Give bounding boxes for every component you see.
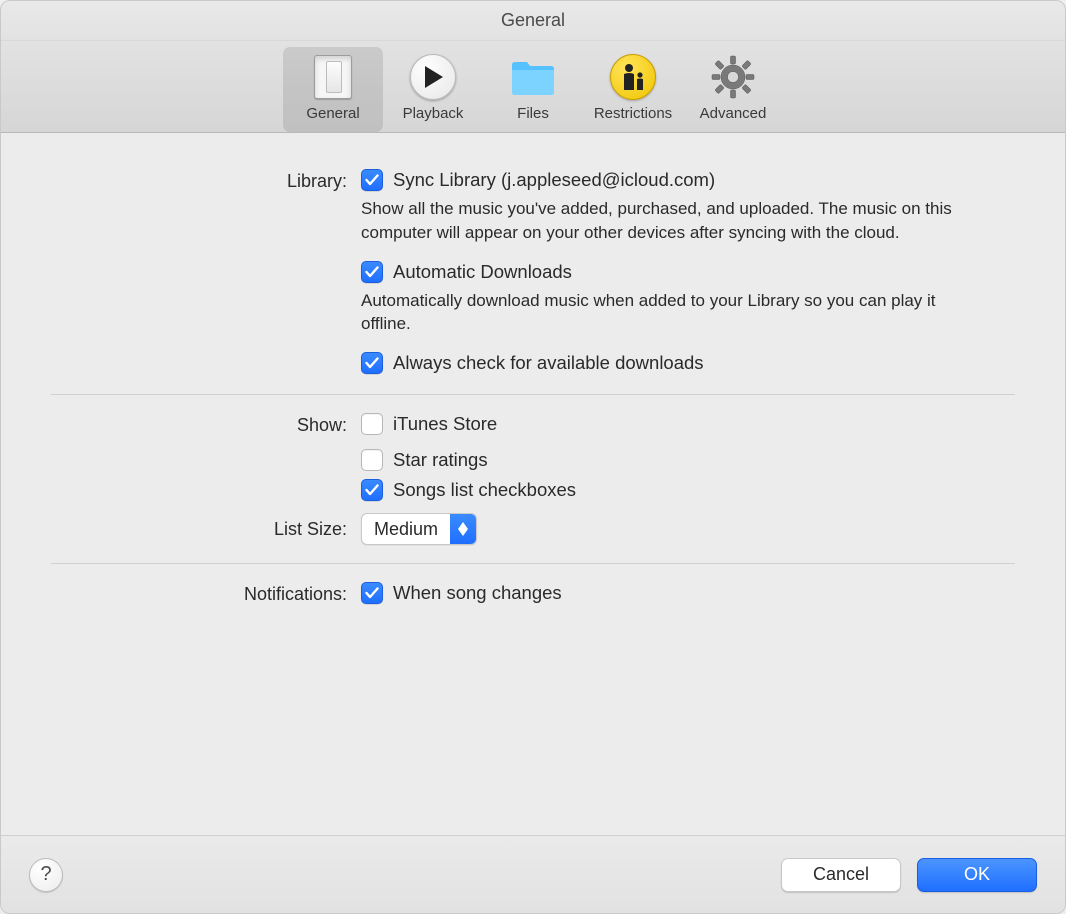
play-icon <box>409 53 457 101</box>
library-label: Library: <box>51 169 361 192</box>
sync-library-desc: Show all the music you've added, purchas… <box>361 197 961 245</box>
tab-playback[interactable]: Playback <box>383 47 483 132</box>
show-row: Show: iTunes Store Star ratings Songs li… <box>51 407 1015 509</box>
tab-playback-label: Playback <box>403 105 464 122</box>
show-label: Show: <box>51 413 361 436</box>
window-title: General <box>1 1 1065 41</box>
automatic-downloads-label: Automatic Downloads <box>393 261 572 283</box>
tab-general[interactable]: General <box>283 47 383 132</box>
library-row: Library: Sync Library (j.appleseed@iclou… <box>51 163 1015 382</box>
list-size-select[interactable]: Medium <box>361 513 477 545</box>
notifications-label: Notifications: <box>51 582 361 605</box>
help-button[interactable]: ? <box>29 858 63 892</box>
content-area: Library: Sync Library (j.appleseed@iclou… <box>1 133 1065 835</box>
footer: ? Cancel OK <box>1 835 1065 913</box>
checkbox-sync-library[interactable] <box>361 169 383 191</box>
tab-advanced[interactable]: Advanced <box>683 47 783 132</box>
folder-icon <box>509 53 557 101</box>
star-ratings-label: Star ratings <box>393 449 488 471</box>
checkbox-song-changes[interactable] <box>361 582 383 604</box>
sync-library-label: Sync Library (j.appleseed@icloud.com) <box>393 169 715 191</box>
separator <box>51 563 1015 564</box>
list-size-value: Medium <box>362 514 450 544</box>
parental-icon <box>609 53 657 101</box>
cancel-button-label: Cancel <box>813 864 869 885</box>
ok-button[interactable]: OK <box>917 858 1037 892</box>
tab-restrictions-label: Restrictions <box>594 105 672 122</box>
automatic-downloads-desc: Automatically download music when added … <box>361 289 961 337</box>
checkbox-star-ratings[interactable] <box>361 449 383 471</box>
always-check-downloads-label: Always check for available downloads <box>393 352 704 374</box>
toolbar: General Playback Files <box>1 41 1065 133</box>
checkbox-always-check-downloads[interactable] <box>361 352 383 374</box>
tab-restrictions[interactable]: Restrictions <box>583 47 683 132</box>
cancel-button[interactable]: Cancel <box>781 858 901 892</box>
tab-files[interactable]: Files <box>483 47 583 132</box>
song-changes-label: When song changes <box>393 582 562 604</box>
tab-general-label: General <box>306 105 359 122</box>
help-icon: ? <box>40 863 51 886</box>
list-size-row: List Size: Medium <box>51 509 1015 551</box>
separator <box>51 394 1015 395</box>
tab-advanced-label: Advanced <box>700 105 767 122</box>
switch-icon <box>309 53 357 101</box>
checkbox-songs-list-checkboxes[interactable] <box>361 479 383 501</box>
ok-button-label: OK <box>964 864 990 885</box>
checkbox-itunes-store[interactable] <box>361 413 383 435</box>
gear-icon <box>709 53 757 101</box>
toolbar-items: General Playback Files <box>283 47 783 132</box>
songs-list-checkboxes-label: Songs list checkboxes <box>393 479 576 501</box>
window-title-text: General <box>501 10 565 31</box>
preferences-window: General General Playback <box>0 0 1066 914</box>
itunes-store-label: iTunes Store <box>393 413 497 435</box>
list-size-label: List Size: <box>51 519 361 540</box>
updown-icon <box>450 514 476 544</box>
notifications-row: Notifications: When song changes <box>51 576 1015 611</box>
tab-files-label: Files <box>517 105 549 122</box>
checkbox-automatic-downloads[interactable] <box>361 261 383 283</box>
